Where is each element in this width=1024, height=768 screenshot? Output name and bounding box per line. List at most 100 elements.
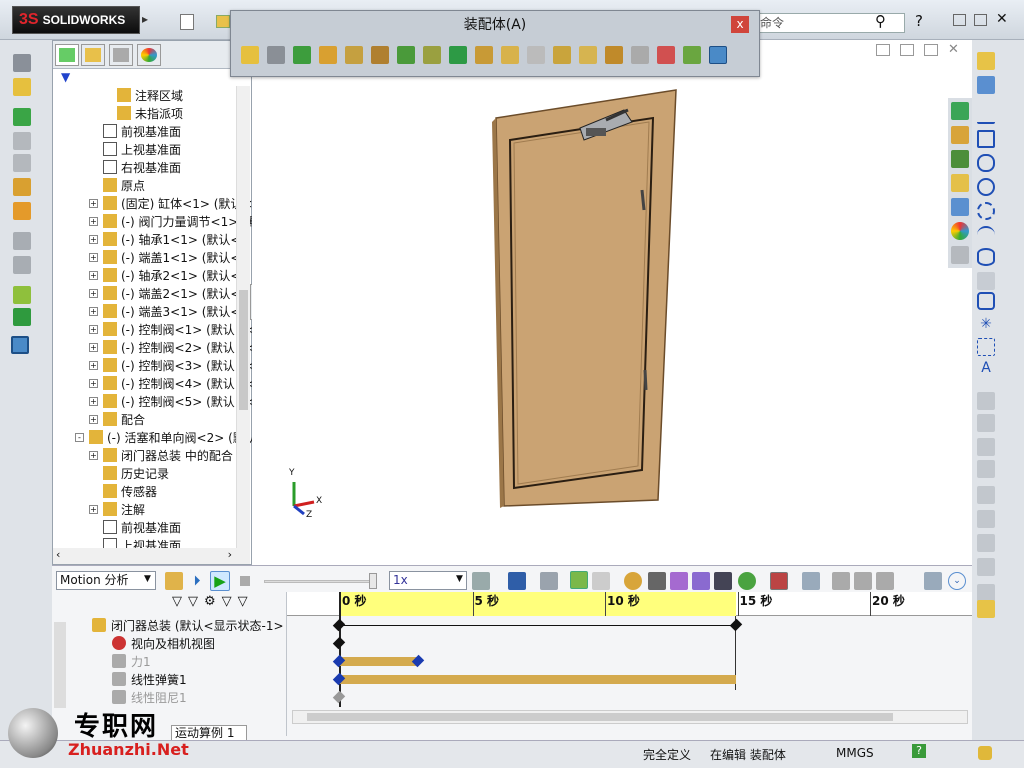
motion-tree-item[interactable]: 线性弹簧1: [112, 671, 187, 689]
play-icon[interactable]: ▶: [210, 571, 230, 591]
timeline-scrollbar[interactable]: [292, 710, 968, 724]
tree-scroll-thumb[interactable]: [239, 290, 248, 410]
tab-configuration-manager[interactable]: [109, 44, 133, 66]
tree-item[interactable]: 前视基准面: [103, 519, 181, 537]
search-results-icon[interactable]: [951, 198, 969, 216]
relations-icon[interactable]: [977, 534, 995, 552]
play-from-start-icon[interactable]: ⏵: [188, 572, 206, 590]
expand-toggle[interactable]: +: [89, 325, 98, 334]
tree-item[interactable]: 配合: [103, 411, 145, 429]
status-units[interactable]: MMGS: [836, 746, 874, 760]
sketch-pattern-icon[interactable]: [977, 486, 995, 504]
filter-driving-icon[interactable]: ⚙: [204, 594, 216, 609]
menu-arrow-icon[interactable]: ▸: [142, 12, 152, 28]
close-button[interactable]: ✕: [996, 11, 1008, 27]
fillet-icon[interactable]: [977, 272, 995, 290]
rotate-icon[interactable]: [13, 154, 31, 172]
linear-pattern-icon[interactable]: [293, 46, 311, 64]
motion-tree-scrollbar[interactable]: [54, 622, 66, 708]
assembly-visualization-icon[interactable]: [631, 46, 649, 64]
expand-toggle[interactable]: +: [89, 253, 98, 262]
graphics-area[interactable]: Y X Z ✕: [252, 40, 972, 565]
move-entities-icon[interactable]: [977, 510, 995, 528]
tree-item[interactable]: (-) 控制阀<3> (默认<<: [103, 357, 255, 375]
tree-item[interactable]: (-) 端盖1<1> (默认<<: [103, 249, 251, 267]
circle-icon[interactable]: [977, 178, 995, 196]
offset-icon[interactable]: [977, 438, 995, 456]
new-motion-study-icon[interactable]: [449, 46, 467, 64]
tree-item[interactable]: (-) 端盖3<1> (默认<<: [103, 303, 251, 321]
tree-item[interactable]: (-) 端盖2<1> (默认<<: [103, 285, 251, 303]
tree-item[interactable]: (-) 控制阀<4> (默认<<: [103, 375, 255, 393]
tree-item[interactable]: 传感器: [103, 483, 157, 501]
slider-thumb[interactable]: [369, 573, 377, 589]
filter-animated-icon[interactable]: ▽: [188, 594, 198, 609]
tab-feature-manager[interactable]: [55, 44, 79, 66]
collapse-icon[interactable]: [832, 572, 850, 590]
centerline-icon[interactable]: [977, 338, 995, 356]
mirror-icon[interactable]: [977, 460, 995, 478]
text-icon[interactable]: A: [977, 360, 995, 378]
motion-toolbar-icon[interactable]: [709, 46, 727, 64]
move-icon[interactable]: [13, 132, 31, 150]
tree-item[interactable]: 注解: [103, 501, 145, 519]
tree-item[interactable]: (-) 轴承1<1> (默认<<: [103, 231, 251, 249]
explode-line-sketch-icon[interactable]: [527, 46, 545, 64]
open-doc-icon[interactable]: [216, 15, 230, 28]
contact-icon[interactable]: [714, 572, 732, 590]
instant3d-icon[interactable]: [657, 46, 675, 64]
mate-tool-icon[interactable]: [267, 46, 285, 64]
viewport-restore-button[interactable]: [876, 44, 890, 56]
expand-toggle[interactable]: +: [89, 343, 98, 352]
search-icon[interactable]: ⚲: [875, 12, 886, 30]
autokey-icon[interactable]: [570, 571, 588, 589]
hole-alignment-icon[interactable]: [605, 46, 623, 64]
exploded-view-icon[interactable]: [501, 46, 519, 64]
pattern-icon[interactable]: [13, 202, 31, 220]
filter-animated-icon[interactable]: [854, 572, 872, 590]
appearances-icon[interactable]: [951, 222, 969, 240]
assembly-features-icon[interactable]: [397, 46, 415, 64]
rectangle-icon[interactable]: [977, 130, 995, 148]
spring-tool-icon[interactable]: [648, 572, 666, 590]
status-help[interactable]: ?: [912, 744, 926, 758]
smart-dimension-icon[interactable]: [977, 76, 995, 94]
plane-icon[interactable]: [977, 392, 995, 410]
viewport-tile-button[interactable]: [924, 44, 938, 56]
design-library-icon[interactable]: [951, 126, 969, 144]
filter-results-icon[interactable]: ▽: [238, 594, 248, 609]
reference-geometry-icon[interactable]: [13, 256, 31, 274]
sketch-icon[interactable]: [977, 52, 995, 70]
expand-toggle[interactable]: -: [75, 433, 84, 442]
expand-toggle[interactable]: +: [89, 289, 98, 298]
expand-toggle[interactable]: +: [89, 271, 98, 280]
custom-properties-icon[interactable]: [951, 246, 969, 264]
tree-item[interactable]: (固定) 缸体<1> (默认<: [103, 195, 252, 213]
repair-sketch-icon[interactable]: [977, 558, 995, 576]
bill-of-materials-icon[interactable]: [475, 46, 493, 64]
tree-item[interactable]: (-) 轴承2<1> (默认<<: [103, 267, 251, 285]
smart-fastener-icon[interactable]: [13, 178, 31, 196]
arc-icon[interactable]: [977, 202, 995, 220]
maximize-button[interactable]: [974, 14, 987, 26]
expand-toggle[interactable]: +: [89, 307, 98, 316]
expand-toggle[interactable]: +: [89, 361, 98, 370]
filter-selected-icon[interactable]: ▽: [222, 594, 232, 609]
motion-options-icon[interactable]: [924, 572, 942, 590]
collapse-motion-manager-icon[interactable]: ⌄: [948, 572, 966, 590]
tree-item[interactable]: 历史记录: [103, 465, 169, 483]
tree-item[interactable]: (-) 控制阀<1> (默认<<: [103, 321, 255, 339]
new-doc-icon[interactable]: [180, 14, 194, 30]
insert-component-icon[interactable]: [13, 78, 31, 96]
interference-detection-icon[interactable]: [553, 46, 571, 64]
tree-item[interactable]: 注释区域: [117, 87, 183, 105]
polygon-icon[interactable]: [977, 292, 995, 310]
ellipse-icon[interactable]: [977, 248, 995, 266]
tree-item[interactable]: 闭门器总装 中的配合: [103, 447, 233, 465]
tree-item[interactable]: 原点: [103, 177, 145, 195]
tree-item[interactable]: 上视基准面: [103, 141, 181, 159]
motion-type-select[interactable]: Motion 分析: [56, 571, 156, 590]
playback-slider[interactable]: [264, 580, 374, 583]
motion-study-icon[interactable]: [11, 336, 29, 354]
filter-driving-icon[interactable]: [876, 572, 894, 590]
